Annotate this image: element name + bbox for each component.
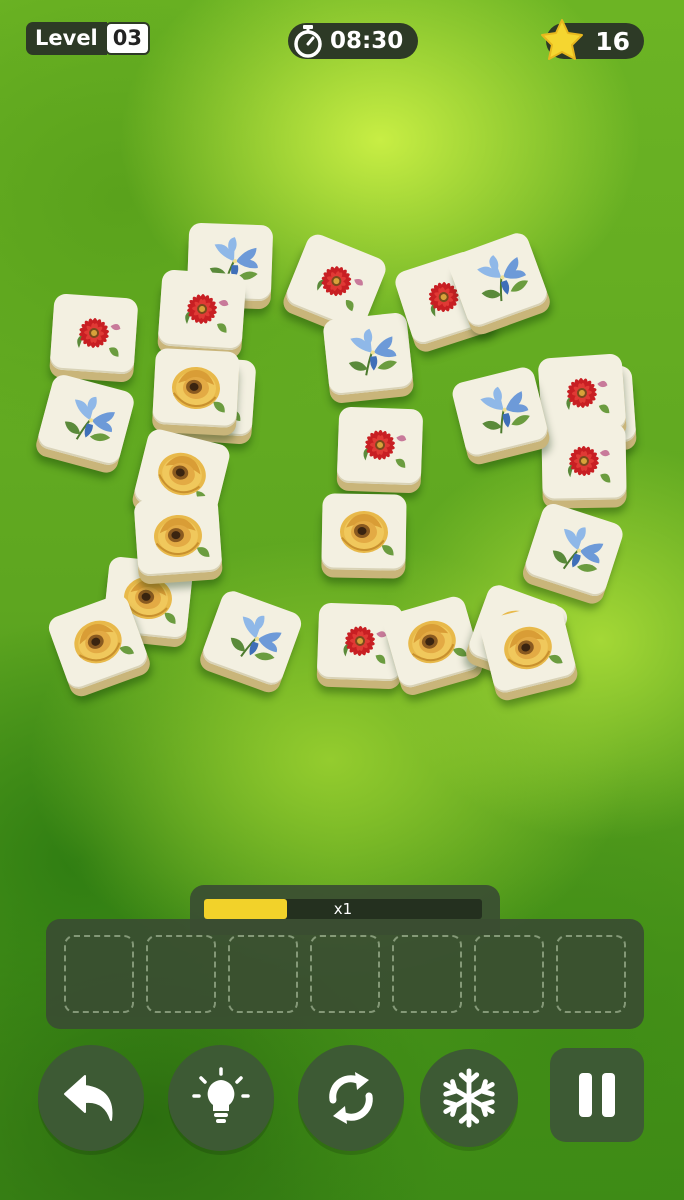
star-count: 16: [595, 27, 630, 56]
freeze-button[interactable]: [420, 1049, 518, 1147]
flower-tile[interactable]: [541, 423, 627, 509]
flower-tile[interactable]: [133, 495, 224, 585]
flower-tile[interactable]: [322, 311, 415, 405]
star-icon: [541, 19, 583, 60]
shuffle-icon: [329, 1072, 373, 1124]
undo-button[interactable]: [38, 1045, 144, 1151]
tile-slot: [64, 935, 134, 1013]
pause-button[interactable]: [550, 1048, 644, 1142]
combo-progress-bar: x1: [204, 899, 482, 919]
flower-tile[interactable]: [336, 406, 424, 494]
flower-tile[interactable]: [450, 364, 552, 467]
lightbulb-icon: [192, 1067, 250, 1123]
pause-icon: [579, 1073, 615, 1117]
flower-tile[interactable]: [519, 500, 626, 607]
level-indicator: Level 03: [26, 22, 150, 55]
flower-tile[interactable]: [196, 587, 305, 696]
undo-icon: [64, 1075, 113, 1121]
stopwatch-icon: [294, 25, 322, 58]
tile-slot: [146, 935, 216, 1013]
hint-button[interactable]: [168, 1045, 274, 1151]
shuffle-button[interactable]: [298, 1045, 404, 1151]
tile-slot: [228, 935, 298, 1013]
tile-slot: [310, 935, 380, 1013]
flower-tile[interactable]: [321, 493, 407, 579]
star-counter: 16: [541, 19, 644, 60]
timer-text: 08:30: [330, 28, 404, 54]
level-label: Level: [26, 22, 107, 55]
snowflake-icon: [443, 1068, 495, 1128]
tile-slot: [556, 935, 626, 1013]
flower-tile[interactable]: [156, 269, 247, 359]
timer-display: 08:30: [288, 23, 418, 59]
tile-slot-tray: [46, 919, 644, 1029]
flower-tile[interactable]: [48, 293, 139, 383]
tile-slot: [392, 935, 462, 1013]
flower-tile[interactable]: [33, 372, 137, 476]
tile-slot: [474, 935, 544, 1013]
level-number: 03: [104, 22, 150, 55]
combo-multiplier: x1: [333, 900, 353, 918]
flower-tile[interactable]: [151, 347, 240, 437]
